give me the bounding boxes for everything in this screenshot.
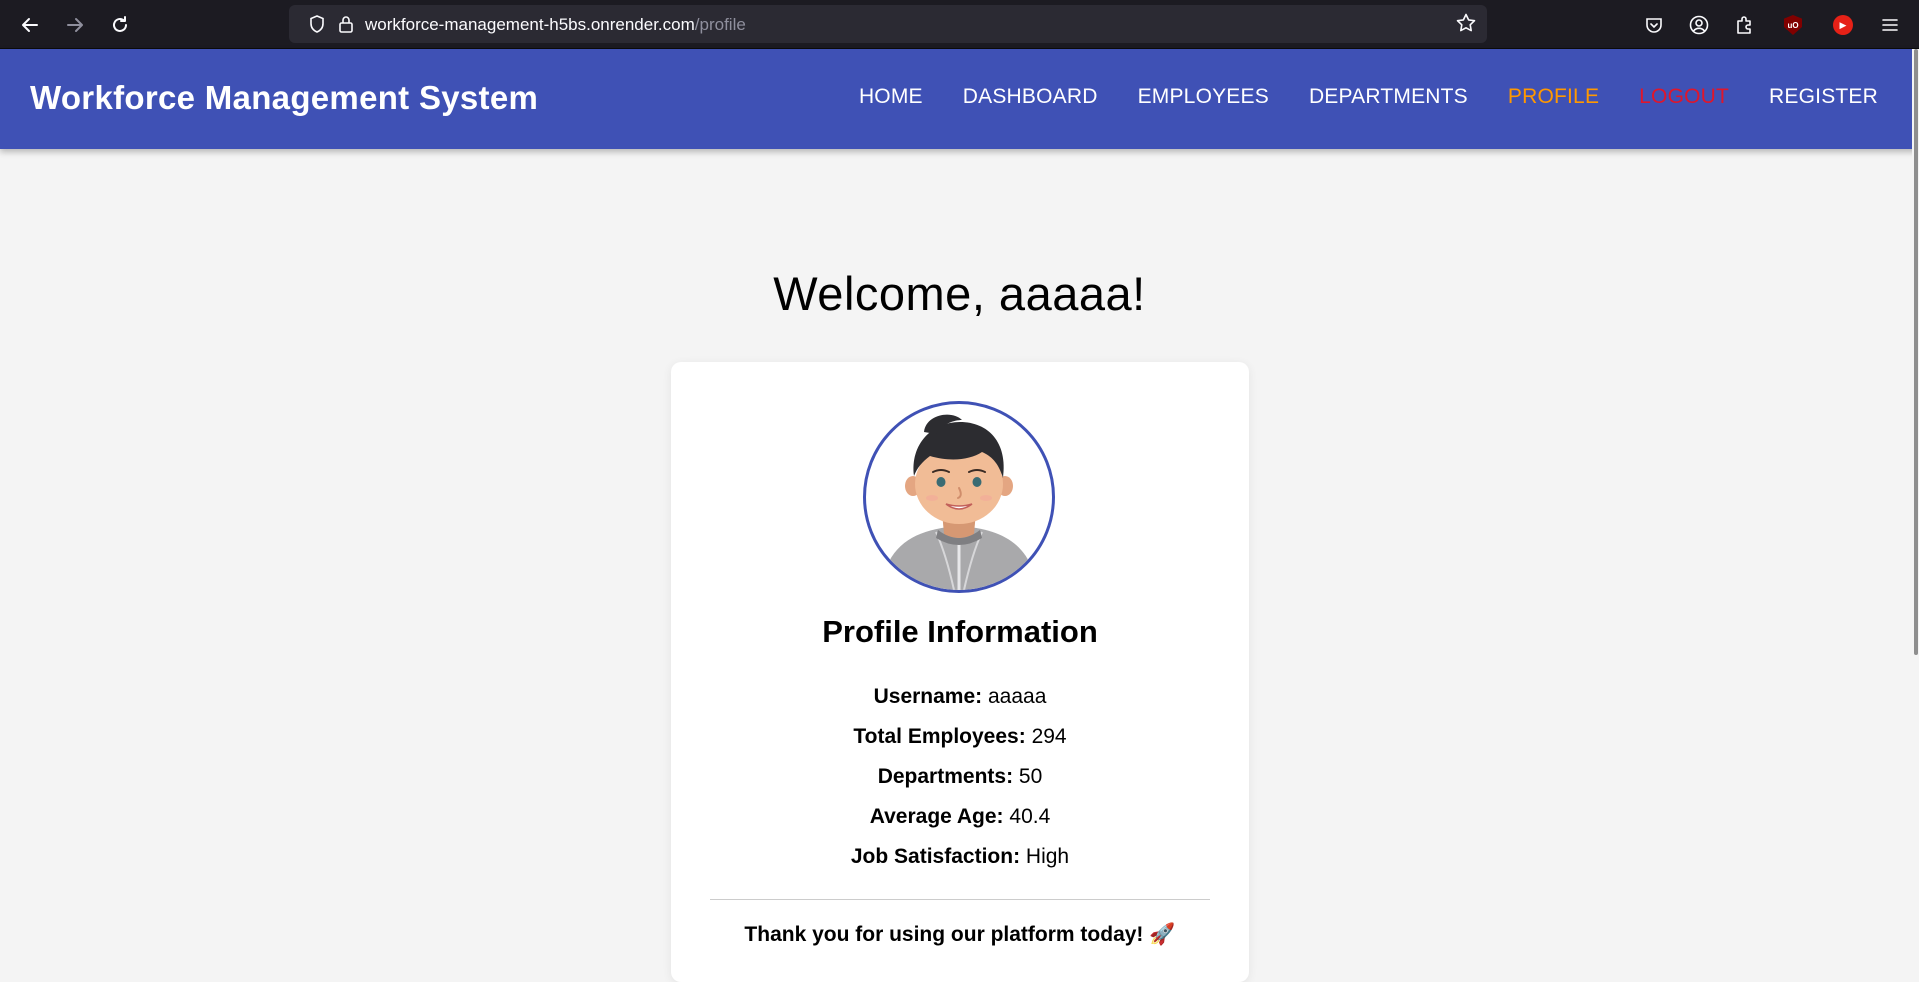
average-age-row: Average Age: 40.4 <box>671 797 1249 837</box>
profile-card: Profile Information Username: aaaaa Tota… <box>671 362 1249 982</box>
profile-info-list: Username: aaaaa Total Employees: 294 Dep… <box>671 677 1249 877</box>
field-label: Average Age: <box>869 805 1004 828</box>
job-satisfaction-row: Job Satisfaction: High <box>671 837 1249 877</box>
field-value: 50 <box>1018 765 1043 788</box>
puzzle-icon[interactable] <box>1729 10 1759 40</box>
browser-toolbar: workforce-management-h5bs.onrender.com/p… <box>0 0 1919 49</box>
field-label: Total Employees: <box>853 725 1026 748</box>
scrollbar-thumb[interactable] <box>1914 49 1918 655</box>
avatar-illustration <box>881 414 1037 590</box>
url-text[interactable]: workforce-management-h5bs.onrender.com/p… <box>365 15 746 35</box>
field-value: 294 <box>1031 725 1067 748</box>
reload-button[interactable] <box>105 10 135 40</box>
field-value: High <box>1025 845 1070 868</box>
field-value: aaaaa <box>988 685 1047 708</box>
nav-profile-link[interactable]: PROFILE <box>1508 85 1599 109</box>
back-button[interactable] <box>15 10 45 40</box>
field-label: Username: <box>873 685 983 708</box>
lock-icon[interactable] <box>337 14 355 39</box>
rocket-icon: 🚀 <box>1149 923 1176 946</box>
thanks-message: Thank you for using our platform today! 🚀 <box>671 923 1249 947</box>
nav-home-link[interactable]: HOME <box>859 85 923 109</box>
ublock-icon[interactable]: uO <box>1778 10 1808 40</box>
arrow-right-icon <box>67 18 83 32</box>
avatar <box>863 401 1055 593</box>
field-value: 40.4 <box>1009 805 1051 828</box>
field-label: Departments: <box>877 765 1014 788</box>
thanks-text: Thank you for using our platform today! <box>744 923 1144 946</box>
url-host: workforce-management-h5bs.onrender.com <box>365 15 695 34</box>
url-bar[interactable]: workforce-management-h5bs.onrender.com/p… <box>289 5 1487 43</box>
nav-logout-link[interactable]: LOGOUT <box>1639 85 1729 109</box>
account-icon[interactable] <box>1684 10 1714 40</box>
pocket-icon[interactable] <box>1639 10 1669 40</box>
hamburger-icon[interactable] <box>1875 10 1905 40</box>
total-employees-row: Total Employees: 294 <box>671 717 1249 757</box>
star-icon[interactable] <box>1455 12 1477 40</box>
field-label: Job Satisfaction: <box>850 845 1021 868</box>
forward-button[interactable] <box>60 10 90 40</box>
url-path: /profile <box>694 15 746 34</box>
nav-links: HOME DASHBOARD EMPLOYEES DEPARTMENTS PRO… <box>859 85 1878 109</box>
username-row: Username: aaaaa <box>671 677 1249 717</box>
brand-title[interactable]: Workforce Management System <box>30 79 538 117</box>
shield-icon[interactable] <box>307 14 327 39</box>
departments-row: Departments: 50 <box>671 757 1249 797</box>
reload-icon <box>113 16 127 32</box>
welcome-heading: Welcome, aaaaa! <box>773 267 1146 320</box>
nav-departments-link[interactable]: DEPARTMENTS <box>1309 85 1468 109</box>
profile-heading: Profile Information <box>822 614 1098 649</box>
nav-employees-link[interactable]: EMPLOYEES <box>1138 85 1269 109</box>
divider <box>710 899 1210 900</box>
youtube-icon[interactable]: ▶ <box>1828 10 1858 40</box>
app-navbar: Workforce Management System HOME DASHBOA… <box>0 49 1919 149</box>
arrow-left-icon <box>22 18 38 32</box>
nav-register-link[interactable]: REGISTER <box>1769 85 1878 109</box>
nav-dashboard-link[interactable]: DASHBOARD <box>963 85 1098 109</box>
